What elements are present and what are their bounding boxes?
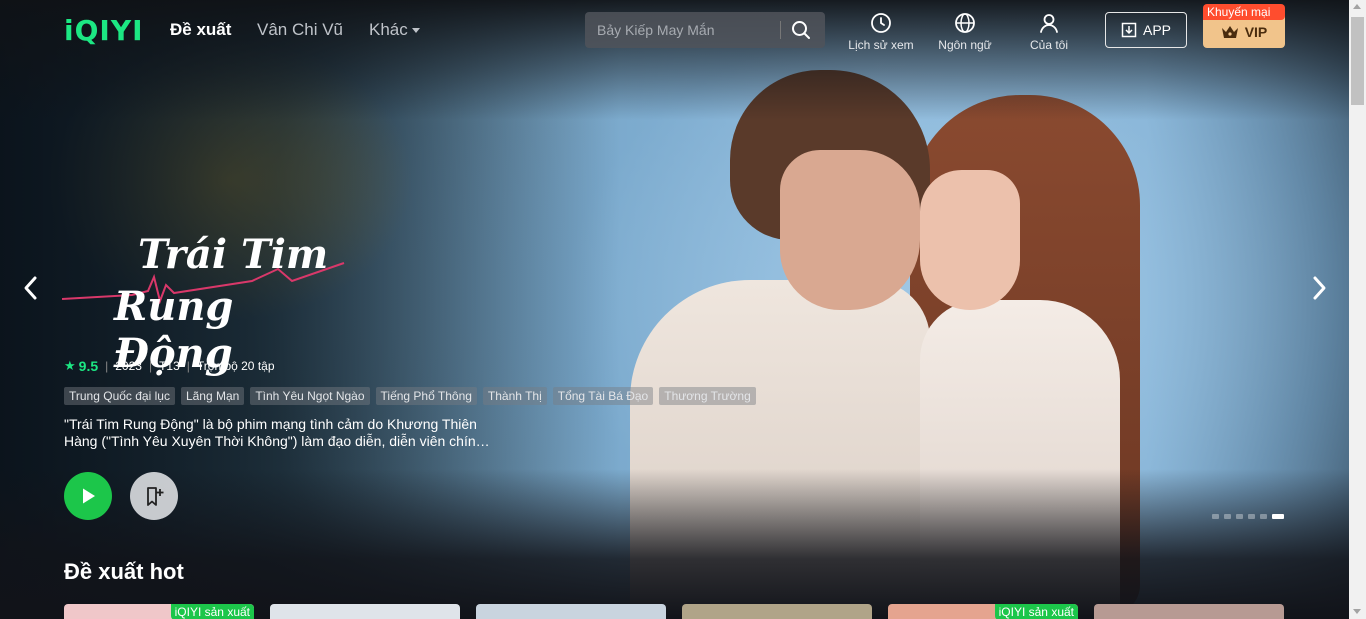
nav-item-khac[interactable]: Khác xyxy=(369,20,420,40)
search-icon[interactable] xyxy=(790,19,812,41)
search-divider xyxy=(780,21,781,39)
page-scrollbar[interactable] xyxy=(1349,0,1366,619)
vip-promo-badge: Khuyến mại xyxy=(1203,4,1285,20)
user-icon xyxy=(1040,14,1058,33)
vip-label: VIP xyxy=(1244,24,1268,40)
star-icon: ★ xyxy=(64,358,76,373)
carousel-dot[interactable] xyxy=(1236,514,1243,519)
app-label: APP xyxy=(1142,22,1171,38)
play-button[interactable] xyxy=(64,472,112,520)
app-download-button[interactable]: APP xyxy=(1105,12,1187,48)
play-icon xyxy=(83,488,95,504)
crown-icon xyxy=(1221,26,1238,38)
hero-year: 2023 xyxy=(115,359,142,373)
clock-icon xyxy=(871,13,891,33)
account-label: Của tôi xyxy=(1029,38,1069,52)
section-title-hot: Đề xuất hot xyxy=(64,559,184,584)
tag-chip[interactable]: Trung Quốc đại lục xyxy=(64,387,175,405)
account-button[interactable]: Của tôi xyxy=(1026,12,1072,52)
carousel-next-button[interactable] xyxy=(1308,273,1330,303)
scroll-up-arrow-icon[interactable] xyxy=(1353,4,1361,9)
carousel-dot[interactable] xyxy=(1212,514,1219,519)
history-button[interactable]: Lịch sử xem xyxy=(847,12,915,52)
meta-separator: | xyxy=(148,359,153,373)
content-card[interactable] xyxy=(476,604,666,619)
carousel-dot[interactable] xyxy=(1272,514,1284,519)
content-card[interactable] xyxy=(682,604,872,619)
tag-chip[interactable]: Lãng Mạn xyxy=(180,387,245,405)
hero-title-line-1: Trái Tim xyxy=(138,231,329,278)
download-icon xyxy=(1121,22,1137,38)
content-card[interactable] xyxy=(1094,604,1284,619)
iqiyi-logo[interactable]: iQIYI xyxy=(64,14,144,47)
hero-meta: ★ 9.5 | 2023 | T13 | Trọn bộ 20 tập xyxy=(64,358,275,374)
meta-separator: | xyxy=(105,359,109,373)
globe-icon xyxy=(955,13,975,33)
hot-cards-row: iQIYI sản xuất iQIYI sản xuất xyxy=(64,604,1284,619)
carousel-indicators xyxy=(1212,514,1284,519)
nav-item-de-xuat[interactable]: Đề xuất xyxy=(170,20,231,40)
caret-down-icon xyxy=(411,28,420,34)
tag-chip[interactable]: Thương Trường xyxy=(659,387,756,405)
history-label: Lịch sử xem xyxy=(848,38,914,52)
iqiyi-original-badge: iQIYI sản xuất xyxy=(170,604,254,619)
tag-chip[interactable]: Tiếng Phổ Thông xyxy=(375,387,477,405)
bookmark-add-icon xyxy=(147,487,164,506)
hero-episodes: Trọn bộ 20 tập xyxy=(196,359,275,373)
meta-separator: | xyxy=(186,359,190,373)
carousel-prev-button[interactable] xyxy=(20,273,42,303)
hero-image-woman-face xyxy=(920,170,1020,310)
hero-tags: Trung Quốc đại lục Lãng Mạn Tình Yêu Ngọ… xyxy=(64,387,756,405)
tag-chip[interactable]: Tổng Tài Bá Đạo xyxy=(552,387,654,405)
top-header: iQIYI Đề xuất Vân Chi Vũ Khác Lịch sử xe… xyxy=(0,0,1349,60)
carousel-dot[interactable] xyxy=(1248,514,1255,519)
hero-image-man-face xyxy=(780,150,920,310)
search-box xyxy=(585,12,825,48)
carousel-dot[interactable] xyxy=(1260,514,1267,519)
content-card[interactable]: iQIYI sản xuất xyxy=(888,604,1078,619)
content-card[interactable]: iQIYI sản xuất xyxy=(64,604,254,619)
chevron-right-icon xyxy=(1313,276,1326,300)
hero-gradient-bottom xyxy=(0,469,1349,619)
carousel-dot[interactable] xyxy=(1224,514,1231,519)
nav-item-van-chi-vu[interactable]: Vân Chi Vũ xyxy=(257,20,343,40)
language-label: Ngôn ngữ xyxy=(938,38,992,52)
scroll-thumb[interactable] xyxy=(1351,17,1364,105)
hero-rating: 9.5 xyxy=(78,358,99,374)
iqiyi-original-badge: iQIYI sản xuất xyxy=(994,604,1078,619)
hero-title-logo[interactable]: Trái Tim Rung Động xyxy=(62,225,362,377)
nav-item-khac-label: Khác xyxy=(369,20,408,39)
search-input[interactable] xyxy=(597,20,777,40)
hero-description: "Trái Tim Rung Động" là bộ phim mạng tìn… xyxy=(64,416,490,449)
language-button[interactable]: Ngôn ngữ xyxy=(936,12,994,52)
add-to-watchlist-button[interactable] xyxy=(130,472,178,520)
content-card[interactable] xyxy=(270,604,460,619)
hero-age-rating: T13 xyxy=(159,359,180,373)
scroll-down-arrow-icon[interactable] xyxy=(1353,609,1361,614)
tag-chip[interactable]: Tình Yêu Ngọt Ngào xyxy=(250,387,370,405)
tag-chip[interactable]: Thành Thị xyxy=(482,387,547,405)
chevron-left-icon xyxy=(24,276,37,300)
